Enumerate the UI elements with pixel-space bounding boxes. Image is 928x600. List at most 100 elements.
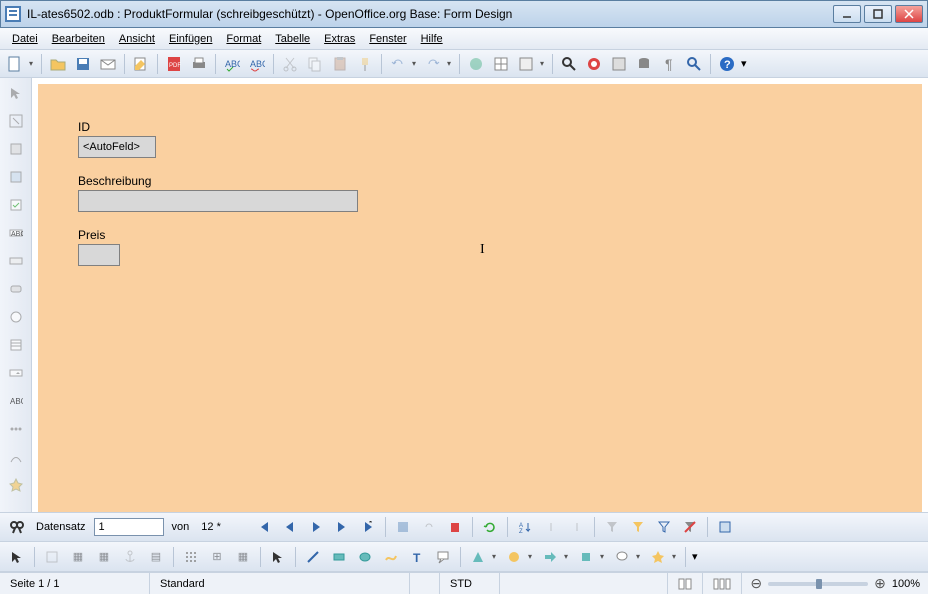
edit-mode-button[interactable]: [130, 53, 152, 75]
auto-spellcheck-button[interactable]: ABC: [246, 53, 268, 75]
design-mode-icon[interactable]: [4, 110, 28, 132]
zoom-out-button[interactable]: ⊖: [750, 575, 762, 592]
sort-desc-button[interactable]: [566, 516, 588, 538]
print-button[interactable]: [188, 53, 210, 75]
menu-einfuegen[interactable]: Einfügen: [163, 31, 218, 47]
rectangle-tool-button[interactable]: [328, 546, 350, 568]
id-field[interactable]: [78, 136, 156, 158]
find-record-button[interactable]: [6, 516, 28, 538]
insert-dropdown-icon[interactable]: ▾: [537, 53, 547, 75]
menu-fenster[interactable]: Fenster: [363, 31, 412, 47]
menu-datei[interactable]: Datei: [6, 31, 44, 47]
label-field-tool-icon[interactable]: ABC: [4, 390, 28, 412]
price-field[interactable]: [78, 244, 120, 266]
drawing-overflow-icon[interactable]: ▾: [692, 550, 698, 563]
export-pdf-button[interactable]: PDF: [163, 53, 185, 75]
basic-shapes-button[interactable]: [467, 546, 489, 568]
more-controls-icon[interactable]: [4, 418, 28, 440]
copy-button[interactable]: [304, 53, 326, 75]
save-record-button[interactable]: [392, 516, 414, 538]
align-button[interactable]: ▤: [145, 546, 167, 568]
menu-format[interactable]: Format: [220, 31, 267, 47]
list-box-tool-icon[interactable]: [4, 334, 28, 356]
find-replace-button[interactable]: [558, 53, 580, 75]
gallery-button[interactable]: [608, 53, 630, 75]
refresh-button[interactable]: [479, 516, 501, 538]
grid-button[interactable]: [180, 546, 202, 568]
callout-tool-button[interactable]: [432, 546, 454, 568]
checkbox-tool-icon[interactable]: [4, 194, 28, 216]
insert-button[interactable]: [515, 53, 537, 75]
block-arrows-button[interactable]: [539, 546, 561, 568]
bring-front-button[interactable]: ▦: [67, 546, 89, 568]
stars-dropdown-icon[interactable]: ▾: [669, 546, 679, 568]
block-arrows-dropdown-icon[interactable]: ▾: [561, 546, 571, 568]
new-dropdown-icon[interactable]: ▾: [26, 53, 36, 75]
sort-asc-button[interactable]: [540, 516, 562, 538]
status-mode[interactable]: STD: [440, 573, 500, 594]
menu-bearbeiten[interactable]: Bearbeiten: [46, 31, 111, 47]
remove-filter-button[interactable]: [679, 516, 701, 538]
select-tool-icon[interactable]: [4, 82, 28, 104]
option-button-tool-icon[interactable]: [4, 306, 28, 328]
ellipse-tool-button[interactable]: [354, 546, 376, 568]
guides-button[interactable]: ⊞: [206, 546, 228, 568]
select-tool-button[interactable]: [6, 546, 28, 568]
redo-button[interactable]: [422, 53, 444, 75]
undo-dropdown-icon[interactable]: ▾: [409, 53, 419, 75]
close-button[interactable]: [895, 5, 923, 23]
open-button[interactable]: [47, 53, 69, 75]
cut-button[interactable]: [279, 53, 301, 75]
zoom-button[interactable]: [683, 53, 705, 75]
save-button[interactable]: [72, 53, 94, 75]
zoom-slider[interactable]: [768, 582, 868, 586]
table-button[interactable]: [490, 53, 512, 75]
price-input[interactable]: [79, 245, 119, 265]
navigator-button[interactable]: [583, 53, 605, 75]
sort-button[interactable]: AZ: [514, 516, 536, 538]
spellcheck-button[interactable]: ABC: [221, 53, 243, 75]
id-input[interactable]: [79, 137, 155, 157]
redo-dropdown-icon[interactable]: ▾: [444, 53, 454, 75]
status-book-icon[interactable]: [668, 573, 703, 594]
new-button[interactable]: [4, 53, 26, 75]
text-field-tool-icon[interactable]: ABC: [4, 222, 28, 244]
menu-hilfe[interactable]: Hilfe: [415, 31, 449, 47]
pointer2-button[interactable]: [267, 546, 289, 568]
zoom-slider-thumb[interactable]: [816, 579, 822, 589]
menu-tabelle[interactable]: Tabelle: [269, 31, 316, 47]
form-canvas[interactable]: ID Beschreibung Preis I: [38, 84, 922, 512]
snap-button[interactable]: ▦: [232, 546, 254, 568]
help-button[interactable]: ?: [716, 53, 738, 75]
zoom-in-button[interactable]: ⊕: [874, 575, 886, 592]
menu-ansicht[interactable]: Ansicht: [113, 31, 161, 47]
flowchart-dropdown-icon[interactable]: ▾: [597, 546, 607, 568]
apply-filter-button[interactable]: [627, 516, 649, 538]
next-record-button[interactable]: [305, 516, 327, 538]
callouts-button[interactable]: [611, 546, 633, 568]
form-filter-button[interactable]: [653, 516, 675, 538]
menu-extras[interactable]: Extras: [318, 31, 361, 47]
new-record-button[interactable]: *: [357, 516, 379, 538]
minimize-button[interactable]: [833, 5, 861, 23]
stars-button[interactable]: [647, 546, 669, 568]
paste-button[interactable]: [329, 53, 351, 75]
text-tool-button[interactable]: T: [406, 546, 428, 568]
nonprinting-button[interactable]: ¶: [658, 53, 680, 75]
email-button[interactable]: [97, 53, 119, 75]
delete-record-button[interactable]: [444, 516, 466, 538]
last-record-button[interactable]: [331, 516, 353, 538]
flowchart-button[interactable]: [575, 546, 597, 568]
description-field[interactable]: [78, 190, 358, 212]
line-tool-button[interactable]: [302, 546, 324, 568]
data-sources-button[interactable]: [633, 53, 655, 75]
maximize-button[interactable]: [864, 5, 892, 23]
callouts-dropdown-icon[interactable]: ▾: [633, 546, 643, 568]
undo-button[interactable]: [387, 53, 409, 75]
symbol-shapes-button[interactable]: [503, 546, 525, 568]
first-record-button[interactable]: [253, 516, 275, 538]
freeform-tool-button[interactable]: [380, 546, 402, 568]
anchor-button[interactable]: [119, 546, 141, 568]
push-button-tool-icon[interactable]: [4, 278, 28, 300]
undo-record-button[interactable]: [418, 516, 440, 538]
